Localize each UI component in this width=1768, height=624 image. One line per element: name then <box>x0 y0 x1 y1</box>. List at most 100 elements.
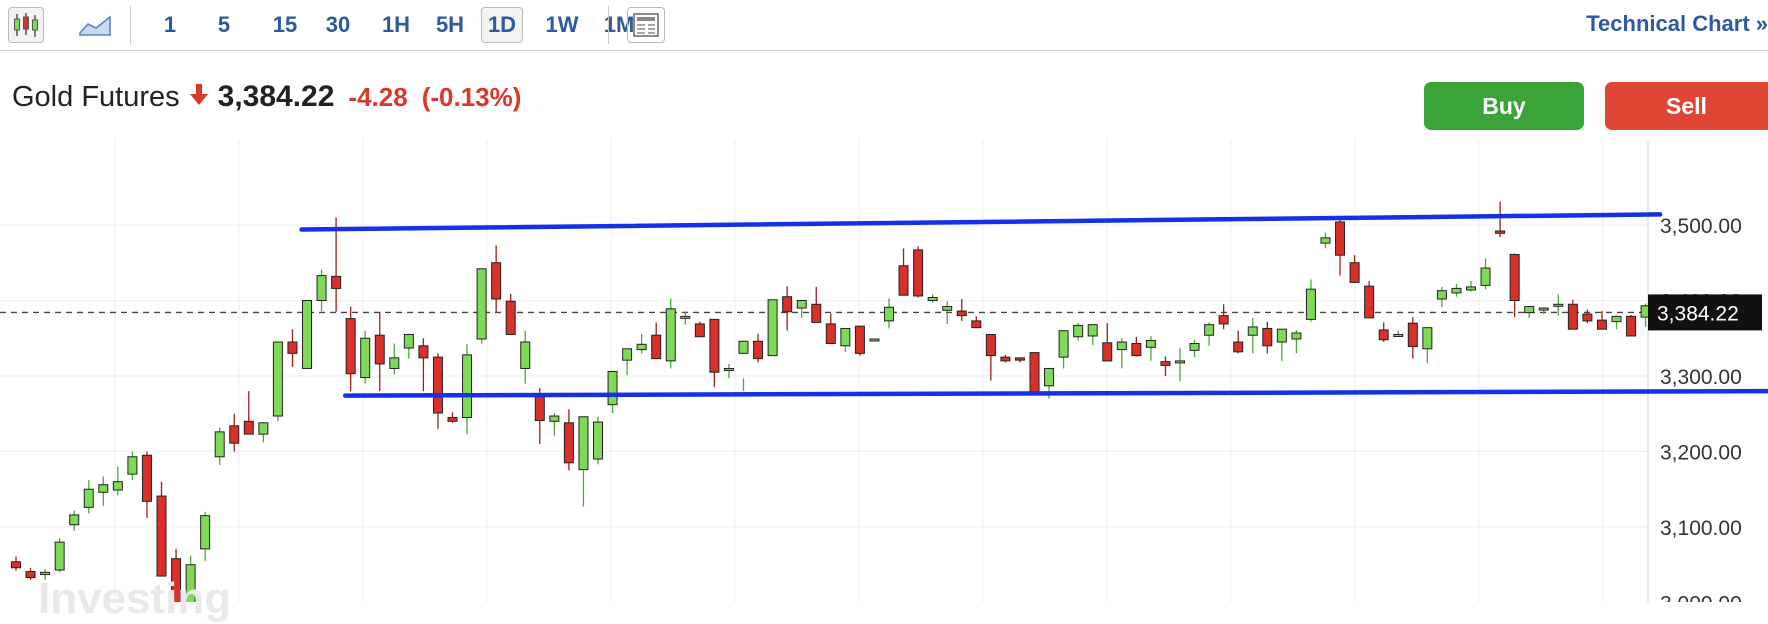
last-price: 3,384.22 <box>217 80 335 113</box>
quote-header: Gold Futures 3,384.22 -4.28 (-0.13%) <box>12 80 521 114</box>
y-tick-label: 3,500.00 <box>1660 215 1742 238</box>
candle-body <box>927 296 938 301</box>
candle-body <box>854 325 865 354</box>
support-trendline <box>342 388 1768 398</box>
candle-body <box>738 340 749 354</box>
candle-body <box>331 275 342 289</box>
candle-body <box>491 262 502 300</box>
candle-body <box>1335 221 1346 256</box>
layout-icon <box>633 13 659 37</box>
candle-body <box>665 308 676 362</box>
timeframe-15-button[interactable]: 15 <box>267 7 303 43</box>
candle-body <box>1378 329 1389 341</box>
candle-body <box>680 315 691 319</box>
candlestick-icon <box>14 13 38 37</box>
candle-body <box>578 416 589 471</box>
candle-body <box>1204 324 1215 336</box>
timeframe-1d-button[interactable]: 1D <box>481 7 523 43</box>
candle-body <box>622 348 633 361</box>
candle-body <box>229 425 240 444</box>
candle-body <box>1116 341 1127 351</box>
candle-body <box>1145 340 1156 348</box>
candle-body <box>1073 324 1084 338</box>
investing-watermark: Investing <box>38 574 232 623</box>
candle-body <box>709 318 720 373</box>
candle-body <box>1466 286 1476 291</box>
candle-body <box>956 310 967 317</box>
candle-body <box>11 561 21 569</box>
price-chart[interactable]: 3,000.003,100.003,200.003,300.003,400.00… <box>0 140 1768 602</box>
candle-body <box>1524 306 1535 314</box>
candle-body <box>1175 360 1185 364</box>
chart-toolbar: 1 5 15 30 1H 5H 1D 1W 1M Technical Chart » <box>0 0 1768 51</box>
candle-body <box>913 249 924 297</box>
candle-body <box>418 345 429 359</box>
candle-body <box>476 268 487 340</box>
candle-body <box>316 275 327 302</box>
timeframe-1-button[interactable]: 1 <box>156 7 184 43</box>
candle-body <box>1058 330 1069 358</box>
candle-body <box>403 333 414 349</box>
candle-body <box>25 571 36 579</box>
candle-body <box>1582 313 1593 322</box>
candle-body <box>942 306 953 311</box>
timeframe-5h-button[interactable]: 5H <box>430 7 470 43</box>
candle-body <box>1436 290 1447 300</box>
candle-body <box>825 323 836 345</box>
y-tick-label: 3,200.00 <box>1660 442 1742 465</box>
timeframe-1h-button[interactable]: 1H <box>378 7 414 43</box>
timeframe-1w-button[interactable]: 1W <box>542 7 582 43</box>
candle-body <box>1553 303 1564 307</box>
candle-body <box>1014 357 1025 361</box>
candle-body <box>83 488 94 508</box>
technical-chart-link[interactable]: Technical Chart » <box>1586 11 1768 37</box>
candle-body <box>1407 322 1418 348</box>
candle-body <box>1233 341 1244 353</box>
candle-body <box>753 340 764 360</box>
candle-body <box>1596 319 1607 330</box>
buy-button[interactable]: Buy <box>1424 82 1584 130</box>
candle-body <box>971 320 982 329</box>
candle-body <box>1029 352 1040 393</box>
candle-body <box>1189 343 1200 351</box>
candle-body <box>1160 361 1171 366</box>
candle-body <box>1102 342 1113 362</box>
price-change-percent: (-0.13%) <box>421 82 522 112</box>
sell-button[interactable]: Sell <box>1605 82 1768 130</box>
timeframe-5-button[interactable]: 5 <box>210 7 238 43</box>
last-price-label: 3,384.22 <box>1657 302 1739 325</box>
candle-body <box>287 341 298 354</box>
candle-body <box>1305 288 1316 320</box>
candle-body <box>54 541 65 571</box>
candle-body <box>869 338 880 342</box>
candle-body <box>607 370 618 406</box>
candle-body <box>1538 307 1549 311</box>
candle-body <box>156 495 167 577</box>
candle-body <box>884 306 894 322</box>
candle-body <box>723 367 734 371</box>
y-tick-label: 3,100.00 <box>1660 517 1742 540</box>
candle-body <box>243 420 254 435</box>
area-chart-icon <box>79 15 111 36</box>
candlestick-chart-button[interactable] <box>8 7 44 43</box>
timeframe-30-button[interactable]: 30 <box>318 7 358 43</box>
candle-body <box>694 323 705 338</box>
area-chart-button[interactable] <box>76 7 114 43</box>
candle-body <box>302 300 312 369</box>
candle-body <box>98 484 109 493</box>
candle-body <box>258 422 269 435</box>
candle-body <box>1451 287 1462 294</box>
candle-body <box>651 334 662 360</box>
candle-body <box>141 454 152 502</box>
candle-body <box>1480 267 1491 286</box>
candle-body <box>636 343 647 351</box>
candle-body <box>840 327 851 347</box>
candle-body <box>1262 327 1273 347</box>
candle-body <box>112 481 123 491</box>
candle-body <box>534 393 545 422</box>
candle-body <box>345 318 356 375</box>
candle-body <box>767 299 778 357</box>
candle-body <box>447 417 458 422</box>
candle-body <box>1000 356 1011 362</box>
layout-button[interactable] <box>627 7 665 43</box>
